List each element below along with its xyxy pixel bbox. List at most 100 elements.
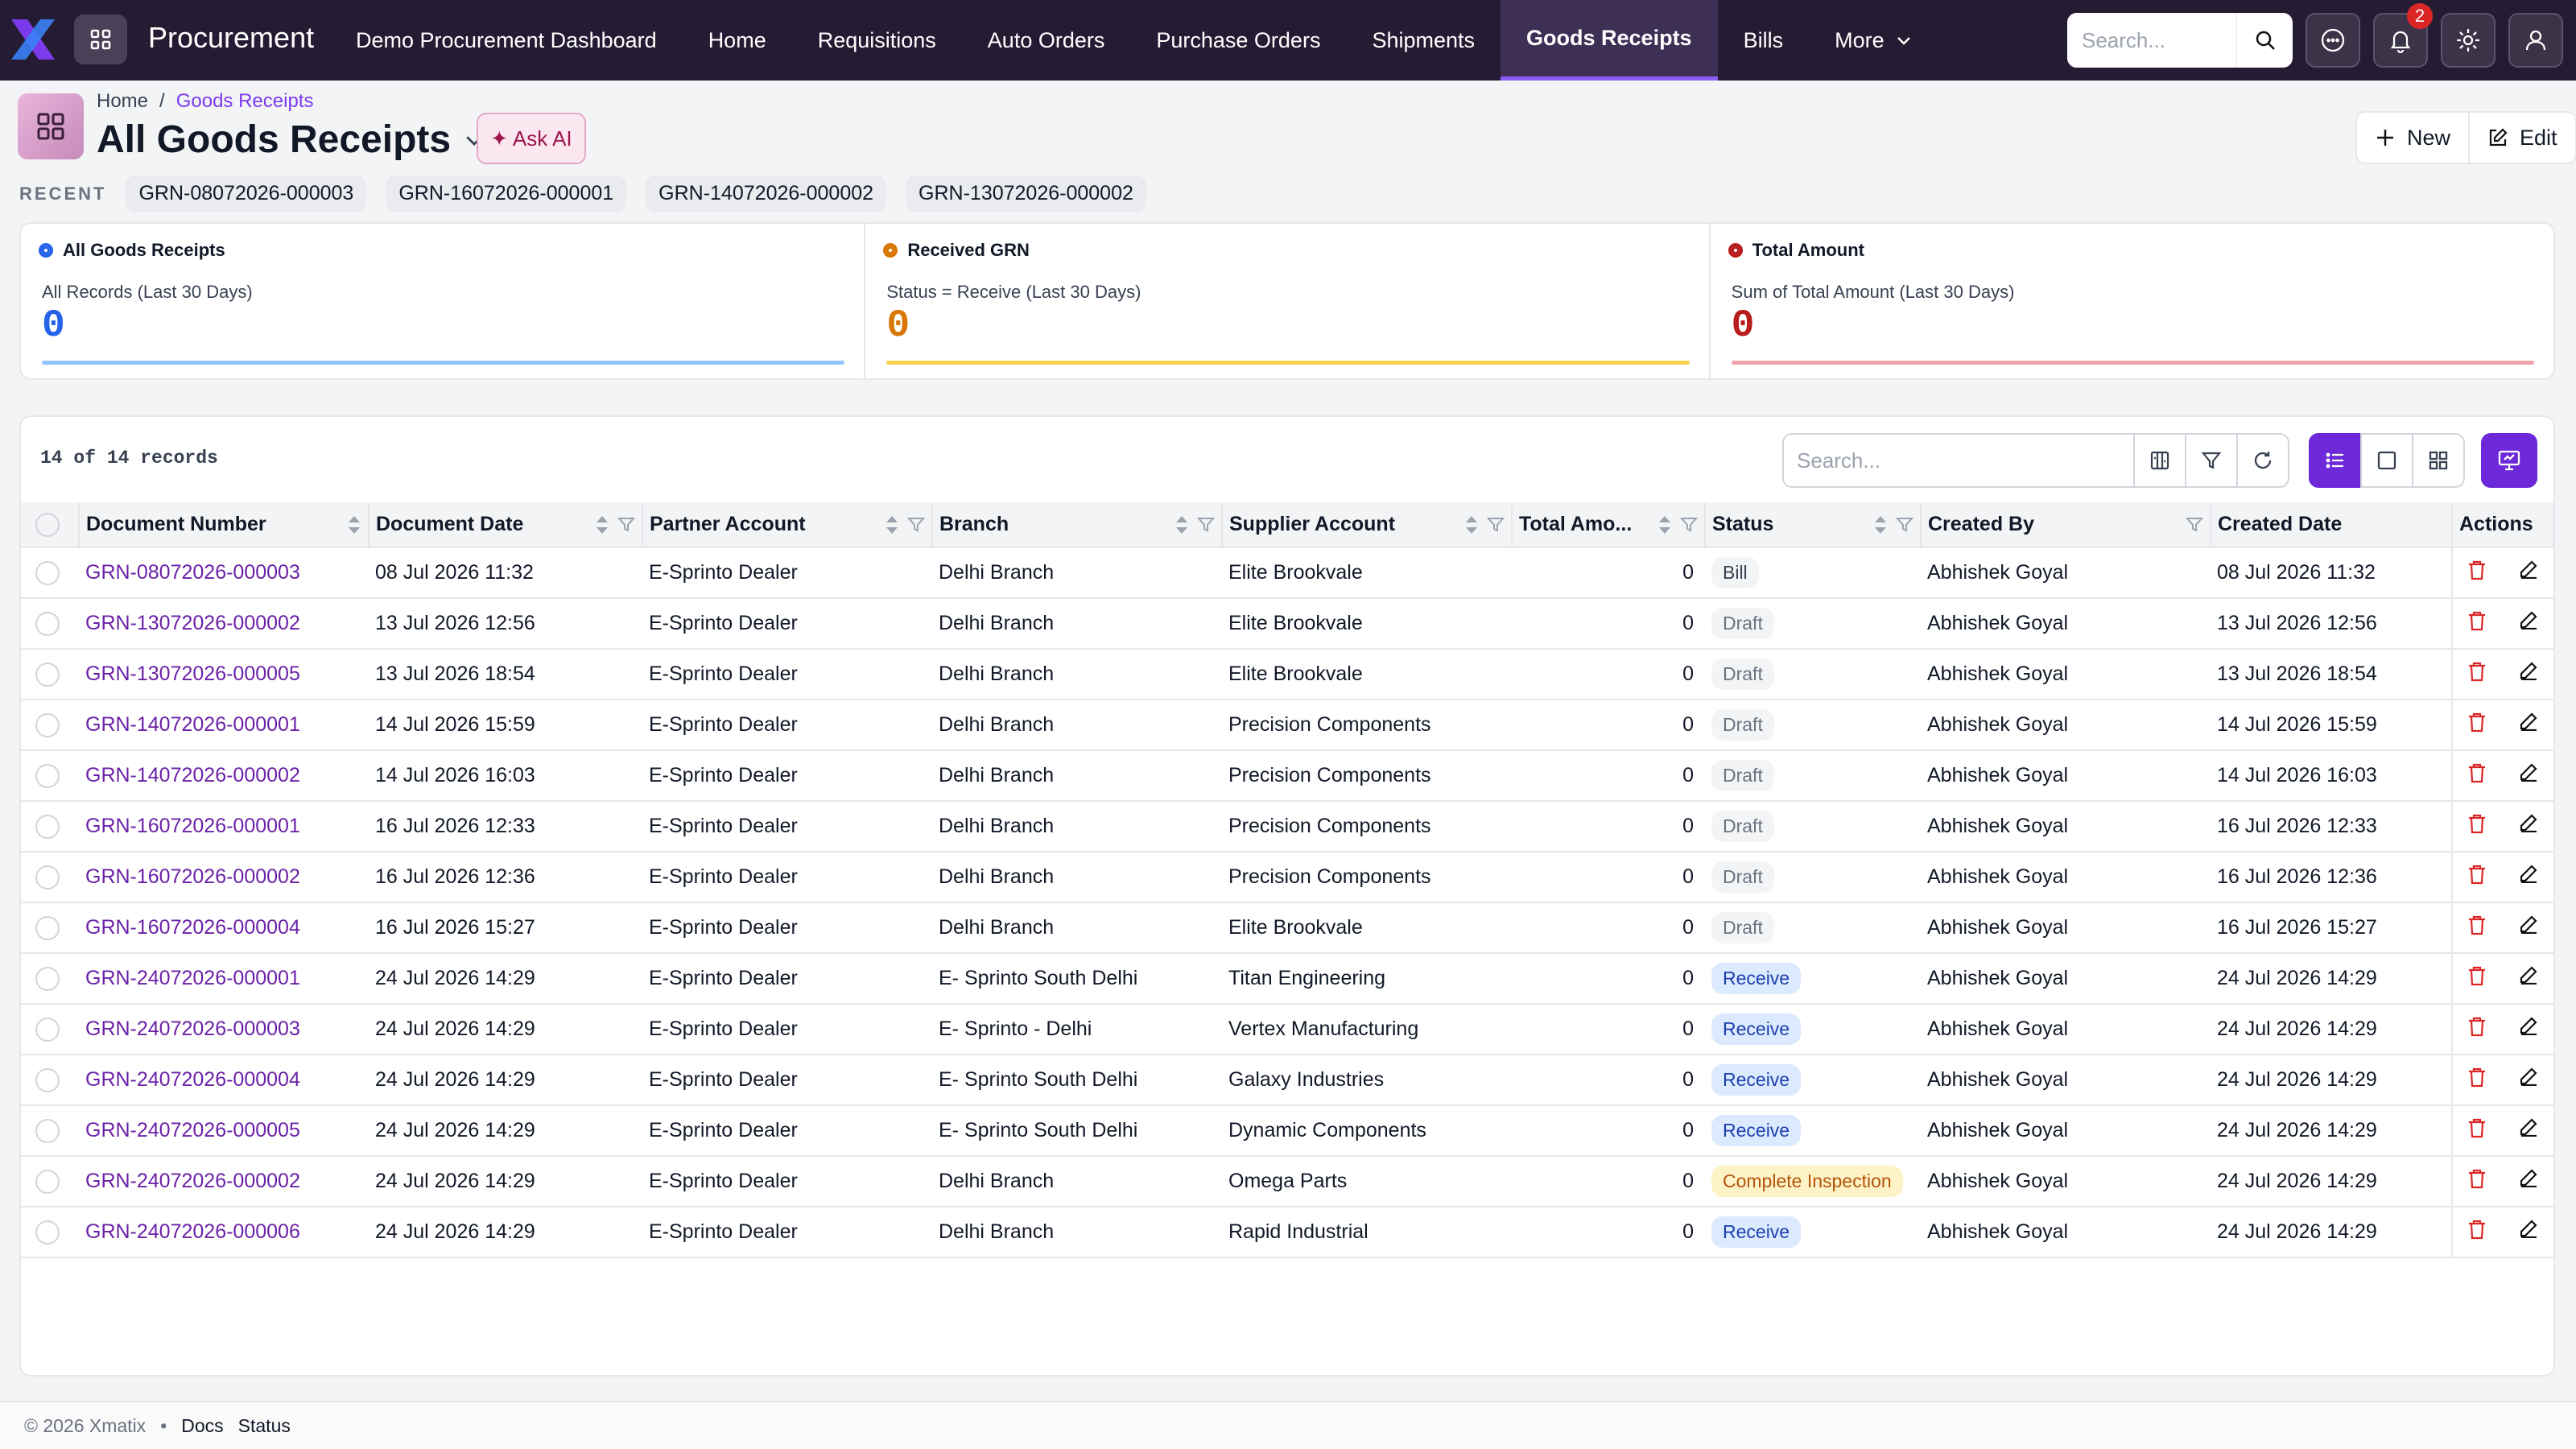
sort-icon[interactable]	[1657, 514, 1672, 536]
sort-icon[interactable]	[595, 514, 609, 536]
edit-row-button[interactable]	[2519, 914, 2538, 941]
edit-button[interactable]: Edit	[2468, 113, 2575, 163]
row-checkbox[interactable]	[35, 712, 60, 737]
document-number-link[interactable]: GRN-24072026-000004	[79, 1055, 369, 1106]
row-checkbox[interactable]	[35, 1118, 60, 1143]
edit-row-button[interactable]	[2519, 559, 2538, 586]
document-number-link[interactable]: GRN-24072026-000002	[79, 1156, 369, 1208]
document-number-link[interactable]: GRN-16072026-000002	[79, 852, 369, 903]
delete-button[interactable]	[2467, 762, 2487, 789]
sort-icon[interactable]	[1873, 514, 1888, 536]
document-number-link[interactable]: GRN-14072026-000002	[79, 750, 369, 802]
user-menu-button[interactable]	[2508, 13, 2563, 68]
table-row[interactable]: GRN-24072026-000002 24 Jul 2026 14:29 E-Sp…	[21, 1156, 2553, 1208]
settings-button[interactable]	[2441, 13, 2496, 68]
filter-icon[interactable]	[1680, 516, 1698, 534]
edit-row-button[interactable]	[2519, 1067, 2538, 1093]
document-number-link[interactable]: GRN-08072026-000003	[79, 547, 369, 599]
filter-button[interactable]	[2185, 433, 2238, 488]
edit-row-button[interactable]	[2519, 864, 2538, 890]
app-switcher-button[interactable]	[74, 14, 127, 64]
document-number-link[interactable]: GRN-16072026-000001	[79, 801, 369, 852]
filter-icon[interactable]	[907, 516, 925, 534]
xmatix-logo-icon[interactable]	[8, 16, 58, 63]
table-row[interactable]: GRN-13072026-000002 13 Jul 2026 12:56 E-Sp…	[21, 598, 2553, 650]
breadcrumb-current[interactable]: Goods Receipts	[176, 90, 314, 113]
filter-icon[interactable]	[617, 516, 635, 534]
recent-chip[interactable]: GRN-13072026-000002	[906, 175, 1146, 212]
document-number-link[interactable]: GRN-24072026-000001	[79, 953, 369, 1005]
stat-card-total-amount[interactable]: Total Amount Sum of Total Amount (Last 3…	[1711, 224, 2553, 378]
column-header[interactable]: Total Amo...	[1512, 502, 1706, 548]
nav-auto-orders[interactable]: Auto Orders	[962, 0, 1131, 80]
stat-card-all-goods-receipts[interactable]: All Goods Receipts All Records (Last 30 …	[21, 224, 866, 378]
nav-home[interactable]: Home	[683, 0, 792, 80]
delete-button[interactable]	[2467, 1219, 2487, 1245]
sort-icon[interactable]	[1174, 514, 1189, 536]
table-row[interactable]: GRN-24072026-000001 24 Jul 2026 14:29 E-Sp…	[21, 953, 2553, 1005]
table-row[interactable]: GRN-16072026-000004 16 Jul 2026 15:27 E-Sp…	[21, 902, 2553, 954]
nav-purchase-orders[interactable]: Purchase Orders	[1130, 0, 1346, 80]
column-header[interactable]: Branch	[932, 502, 1223, 548]
edit-row-button[interactable]	[2519, 610, 2538, 637]
recent-chip[interactable]: GRN-08072026-000003	[126, 175, 367, 212]
recent-chip[interactable]: GRN-16072026-000001	[386, 175, 627, 212]
row-checkbox[interactable]	[35, 560, 60, 585]
row-checkbox[interactable]	[35, 1067, 60, 1092]
filter-icon[interactable]	[2186, 516, 2203, 534]
delete-button[interactable]	[2467, 1117, 2487, 1144]
delete-button[interactable]	[2467, 661, 2487, 687]
footer-docs-link[interactable]: Docs	[181, 1415, 223, 1437]
nav-requisitions[interactable]: Requisitions	[792, 0, 962, 80]
row-checkbox[interactable]	[35, 662, 60, 687]
row-checkbox[interactable]	[35, 1169, 60, 1194]
column-header[interactable]: Created Date	[2211, 502, 2453, 548]
column-header[interactable]: Partner Account	[642, 502, 933, 548]
edit-row-button[interactable]	[2519, 813, 2538, 840]
filter-icon[interactable]	[1197, 516, 1215, 534]
table-row[interactable]: GRN-24072026-000004 24 Jul 2026 14:29 E-Sp…	[21, 1055, 2553, 1106]
filter-icon[interactable]	[1896, 516, 1913, 534]
chat-button[interactable]	[2306, 13, 2360, 68]
row-checkbox[interactable]	[35, 915, 60, 940]
document-number-link[interactable]: GRN-24072026-000003	[79, 1004, 369, 1055]
delete-button[interactable]	[2467, 965, 2487, 992]
nav-bills[interactable]: Bills	[1718, 0, 1810, 80]
recent-chip[interactable]: GRN-14072026-000002	[646, 175, 887, 212]
refresh-button[interactable]	[2236, 433, 2289, 488]
edit-row-button[interactable]	[2519, 1117, 2538, 1144]
edit-row-button[interactable]	[2519, 762, 2538, 789]
new-button[interactable]: New	[2357, 113, 2468, 163]
document-number-link[interactable]: GRN-13072026-000005	[79, 649, 369, 700]
column-header[interactable]: Created By	[1921, 502, 2211, 548]
column-header[interactable]: Document Date	[369, 502, 643, 548]
nav-demo-dashboard[interactable]: Demo Procurement Dashboard	[330, 0, 683, 80]
row-checkbox[interactable]	[35, 763, 60, 788]
edit-row-button[interactable]	[2519, 1016, 2538, 1042]
notifications-button[interactable]: 2	[2373, 3, 2433, 68]
breadcrumb-home[interactable]: Home	[97, 90, 148, 113]
delete-button[interactable]	[2467, 1067, 2487, 1093]
table-search-input[interactable]: Search...	[1782, 433, 2135, 488]
document-number-link[interactable]: GRN-16072026-000004	[79, 902, 369, 954]
nav-shipments[interactable]: Shipments	[1346, 0, 1501, 80]
delete-button[interactable]	[2467, 914, 2487, 941]
row-checkbox[interactable]	[35, 611, 60, 636]
delete-button[interactable]	[2467, 864, 2487, 890]
table-row[interactable]: GRN-13072026-000005 13 Jul 2026 18:54 E-Sp…	[21, 649, 2553, 700]
table-row[interactable]: GRN-16072026-000002 16 Jul 2026 12:36 E-Sp…	[21, 852, 2553, 903]
list-view-button[interactable]	[2309, 433, 2362, 488]
ask-ai-button[interactable]: ✦ Ask AI	[477, 113, 586, 164]
row-checkbox[interactable]	[35, 814, 60, 839]
row-checkbox[interactable]	[35, 865, 60, 890]
table-row[interactable]: GRN-16072026-000001 16 Jul 2026 12:33 E-Sp…	[21, 801, 2553, 852]
document-number-link[interactable]: GRN-24072026-000006	[79, 1207, 369, 1258]
delete-button[interactable]	[2467, 813, 2487, 840]
row-checkbox[interactable]	[35, 966, 60, 991]
delete-button[interactable]	[2467, 712, 2487, 738]
delete-button[interactable]	[2467, 1016, 2487, 1042]
nav-goods-receipts[interactable]: Goods Receipts	[1501, 0, 1718, 80]
delete-button[interactable]	[2467, 610, 2487, 637]
table-row[interactable]: GRN-24072026-000005 24 Jul 2026 14:29 E-Sp…	[21, 1105, 2553, 1157]
column-header[interactable]: Supplier Account	[1222, 502, 1513, 548]
